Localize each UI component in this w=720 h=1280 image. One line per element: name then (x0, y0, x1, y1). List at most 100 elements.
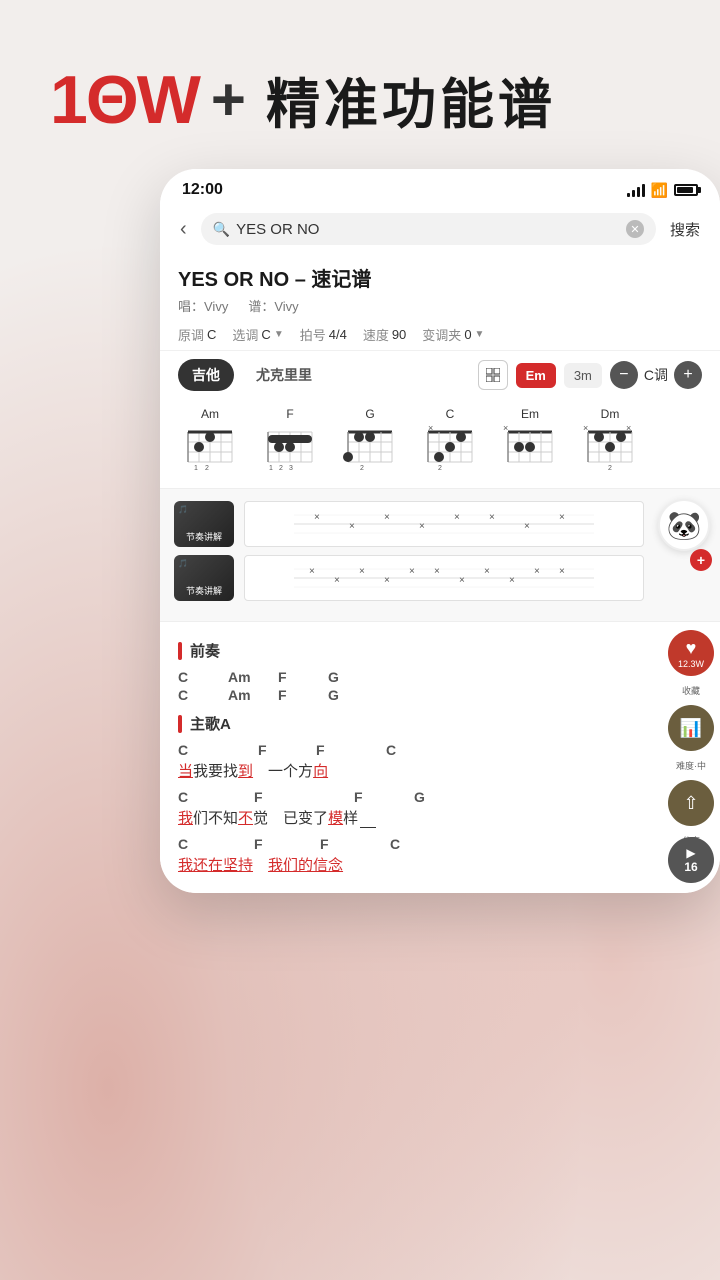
like-label: 收藏 (682, 684, 700, 697)
status-time: 12:00 (182, 181, 223, 199)
svg-text:×: × (503, 424, 508, 433)
svg-text:×: × (583, 424, 588, 433)
strumming-section: 🐼 + 🎵 节奏讲解 × × × × × × (160, 489, 720, 622)
difficulty-button[interactable]: 📊 (668, 705, 714, 751)
chord-diagrams: Am 1 2 F (160, 399, 720, 489)
svg-text:×: × (349, 521, 355, 532)
phone-frame: 12:00 📶 ‹ 🔍 YES OR NO ✕ 搜索 YES OR NO – 速… (160, 169, 720, 893)
chord-dm-diagram: × × 2 (580, 424, 640, 476)
verse-lyric-line-2: 我 们不知 不 觉 已变了 模 样 (178, 807, 650, 828)
svg-text:2: 2 (608, 465, 612, 472)
svg-text:×: × (559, 512, 565, 523)
svg-text:2: 2 (360, 465, 364, 472)
search-icon: 🔍 (213, 221, 230, 238)
strum-svg-1: × × × × × × × × (249, 505, 639, 543)
svg-text:×: × (309, 566, 315, 577)
chord-g[interactable]: G 2 (334, 407, 406, 476)
svg-text:2: 2 (205, 465, 209, 472)
svg-text:×: × (559, 566, 565, 577)
svg-text:×: × (454, 512, 460, 523)
panda-plus-button[interactable]: + (690, 549, 712, 571)
svg-text:×: × (384, 575, 390, 586)
tone-plus-button[interactable]: + (674, 361, 702, 389)
search-query-text: YES OR NO (236, 221, 620, 238)
section-prelude-name: 前奏 (190, 640, 220, 661)
strum-pattern-1: × × × × × × × × (244, 501, 644, 547)
right-action-panel: ♥ 12.3W 收藏 📊 难度·中 ⇧ 分享 (662, 622, 720, 859)
strum-thumb-1[interactable]: 🎵 节奏讲解 (174, 501, 234, 547)
original-key-setting: 原调 C (178, 325, 216, 344)
strum-item-1: 🎵 节奏讲解 × × × × × × × × (174, 501, 706, 547)
capo-setting[interactable]: 变调夹 0 ▼ (422, 325, 484, 344)
wifi-icon: 📶 (651, 182, 668, 199)
tone-minus-button[interactable]: − (610, 361, 638, 389)
strum-svg-2: × × × × × × × × × × × (249, 559, 639, 597)
top-banner: 1ΘW + 精准功能谱 (0, 0, 720, 169)
chord-c[interactable]: C × 2 (414, 407, 486, 476)
search-clear-button[interactable]: ✕ (626, 220, 644, 238)
song-title: YES OR NO – 速记谱 (178, 263, 702, 292)
strum-thumb-2[interactable]: 🎵 节奏讲解 (174, 555, 234, 601)
battery-icon (674, 184, 698, 196)
share-button[interactable]: ⇧ (668, 780, 714, 826)
chord-dm[interactable]: Dm × × 2 (574, 407, 646, 476)
like-count: 12.3W (678, 659, 704, 669)
song-title-area: YES OR NO – 速记谱 唱：Vivy 谱：Vivy (160, 253, 720, 319)
panda-avatar[interactable]: 🐼 (658, 499, 710, 551)
search-submit-button[interactable]: 搜索 (664, 215, 706, 244)
prelude-chord-line-1: C Am F G (178, 669, 650, 685)
tone-controls: − C调 + (610, 361, 702, 389)
strum-label-2: 节奏讲解 (174, 584, 234, 597)
instrument-tab-ukulele[interactable]: 尤克里里 (242, 359, 326, 391)
svg-text:×: × (419, 521, 425, 532)
svg-text:×: × (434, 566, 440, 577)
svg-text:×: × (334, 575, 340, 586)
difficulty-icon: 📊 (680, 718, 702, 739)
tempo-setting: 速度 90 (363, 325, 406, 344)
song-meta: 唱：Vivy 谱：Vivy (178, 296, 702, 315)
chord-em[interactable]: Em × (494, 407, 566, 476)
search-input-wrap[interactable]: 🔍 YES OR NO ✕ (201, 213, 656, 245)
brand-plus: + (211, 65, 246, 134)
grid-icon (486, 368, 500, 382)
prelude-chord-line-2: C Am F G (178, 687, 650, 703)
chord-grid-button[interactable] (478, 360, 508, 390)
difficulty-label: 难度·中 (676, 759, 706, 772)
capo-dropdown-arrow: ▼ (475, 329, 485, 340)
right-controls: Em 3m − C调 + (478, 360, 702, 390)
section-versea-name: 主歌A (190, 713, 231, 734)
chord-am[interactable]: Am 1 2 (174, 407, 246, 476)
chord-f[interactable]: F 1 2 3 (254, 407, 326, 476)
status-icons: 📶 (627, 182, 698, 199)
search-row: ‹ 🔍 YES OR NO ✕ 搜索 (160, 207, 720, 253)
svg-text:1: 1 (269, 465, 273, 472)
instrument-row: 吉他 尤克里里 Em 3m − C调 + (160, 351, 720, 399)
signal-icon (627, 183, 645, 197)
back-button[interactable]: ‹ (174, 214, 193, 245)
speed-play-button[interactable]: ▶ 16 (668, 837, 714, 883)
section-bar-prelude (178, 642, 182, 660)
svg-text:2: 2 (279, 465, 283, 472)
svg-text:×: × (484, 566, 490, 577)
chord-f-diagram: 1 2 3 (260, 424, 320, 476)
verse-chord-line-3: C F F C (178, 836, 650, 852)
svg-text:×: × (409, 566, 415, 577)
section-bar-versea (178, 715, 182, 733)
svg-text:×: × (524, 521, 530, 532)
svg-text:×: × (384, 512, 390, 523)
tone-label: C调 (644, 365, 668, 385)
speed-value: 16 (684, 860, 697, 874)
song-composer: 谱：Vivy (248, 296, 298, 315)
chord-mode-em-button[interactable]: Em (516, 363, 556, 388)
key-dropdown-arrow: ▼ (274, 329, 284, 340)
svg-text:×: × (314, 512, 320, 523)
svg-text:2: 2 (438, 465, 442, 472)
chord-em-diagram: × (500, 424, 560, 476)
song-singer: 唱：Vivy (178, 296, 228, 315)
like-button[interactable]: ♥ 12.3W (668, 630, 714, 676)
selected-key-setting[interactable]: 选调 C ▼ (232, 325, 283, 344)
chord-size-button[interactable]: 3m (564, 363, 602, 388)
brand-logo: 1ΘW (50, 66, 199, 134)
strum-pattern-2: × × × × × × × × × × × (244, 555, 644, 601)
instrument-tab-guitar[interactable]: 吉他 (178, 359, 234, 391)
